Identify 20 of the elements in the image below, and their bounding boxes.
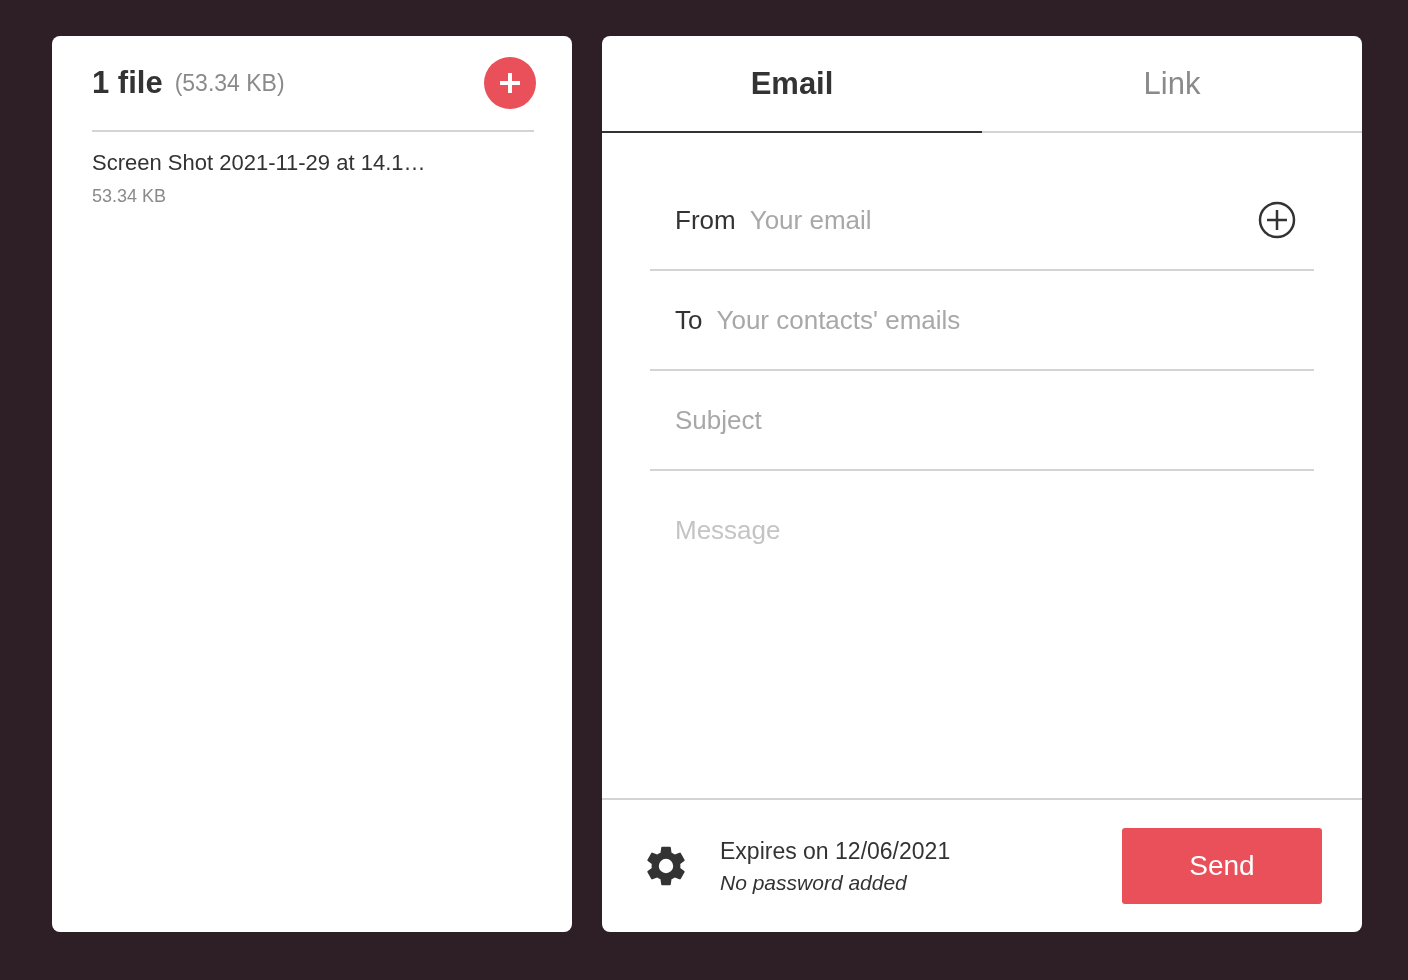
- tab[interactable]: Link: [982, 36, 1362, 133]
- file-count: 1 file: [92, 65, 163, 101]
- add-file-button[interactable]: [484, 57, 536, 109]
- input-field[interactable]: Subject: [675, 404, 1296, 436]
- plus-icon: [499, 72, 521, 94]
- input-field[interactable]: Your contacts' emails: [716, 304, 1296, 336]
- file-name: Screen Shot 2021-11-29 at 14.1…: [92, 150, 427, 176]
- tab[interactable]: Email: [602, 36, 982, 133]
- message-input[interactable]: Message: [650, 515, 1314, 798]
- message-field[interactable]: Message: [602, 471, 1362, 800]
- field-label: From: [675, 204, 736, 236]
- add-button[interactable]: [1258, 201, 1296, 239]
- password-status: No password added: [720, 870, 908, 895]
- send-button[interactable]: Send: [1122, 828, 1322, 904]
- plus-circle-icon: [1258, 201, 1296, 239]
- expiry-text: Expires on 12/06/2021: [720, 837, 952, 865]
- total-size: (53.34 KB): [174, 69, 286, 97]
- file-size: 53.34 KB: [92, 186, 168, 207]
- field-label: To: [675, 304, 703, 336]
- input-field[interactable]: Your email: [749, 204, 1244, 236]
